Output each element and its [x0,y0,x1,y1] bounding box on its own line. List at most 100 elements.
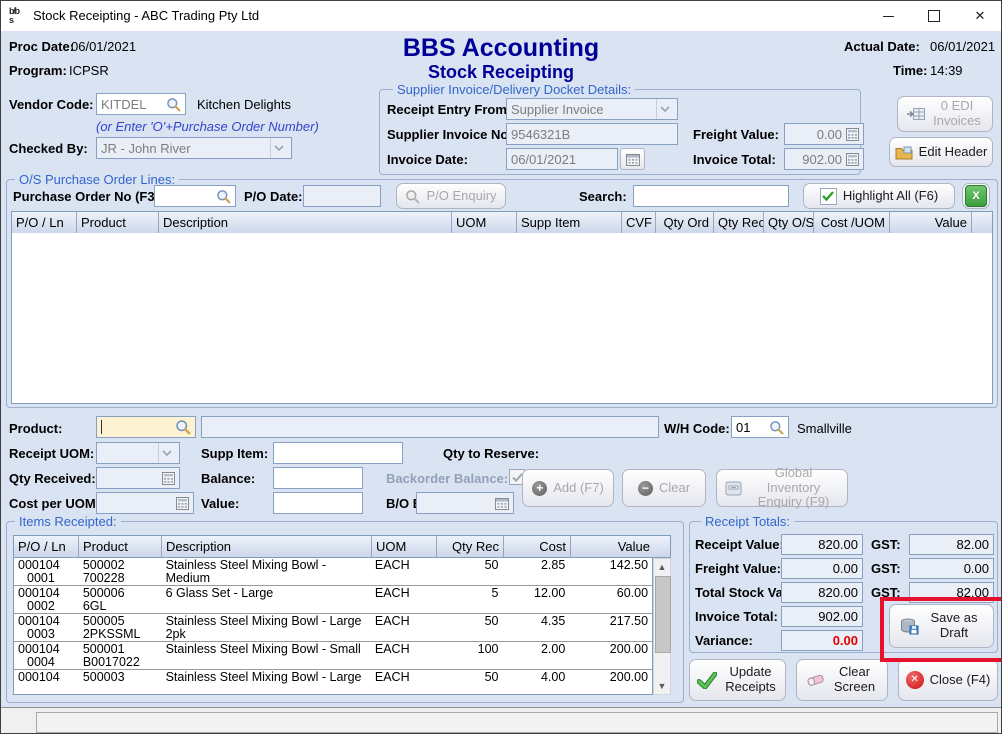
invoice-total-bottom-label: Invoice Total: [695,609,778,624]
po-col-qty-ord: Qty Ord [656,212,714,233]
bo-eta-input[interactable] [416,492,514,514]
vendor-code-input[interactable]: KITDEL [96,93,186,115]
supplier-invoice-no-label: Supplier Invoice No: [387,127,513,142]
items-col-po-ln: P/O / Ln [14,536,79,557]
highlight-all-button[interactable]: Highlight All (F6) [803,183,955,209]
text-cursor [101,420,102,434]
items-col-qty-rec: Qty Rec [437,536,504,557]
update-receipts-button[interactable]: Update Receipts [689,659,786,701]
add-button: + Add (F7) [522,469,614,507]
program-value: ICPSR [69,63,109,78]
qty-to-reserve-label: Qty to Reserve: [443,446,539,461]
po-table-body[interactable] [11,233,993,404]
value-label: Value: [201,496,239,511]
items-table-scrollbar[interactable]: ▲ ▼ [653,558,671,695]
invoice-date-label: Invoice Date: [387,152,468,167]
items-col-description: Description [162,536,372,557]
po-col-spare [972,212,992,233]
variance-label: Variance: [695,633,753,648]
scroll-up-icon[interactable]: ▲ [654,559,670,575]
invoice-date-calendar-button[interactable] [620,148,645,170]
items-col-value: Value [571,536,654,557]
checked-by-select[interactable]: JR - John River [96,137,292,159]
items-col-cost: Cost [504,536,571,557]
invoice-total-input[interactable]: 902.00 [784,148,864,170]
product-input[interactable] [96,416,196,438]
title-bar: b̸bs Stock Receipting - ABC Trading Pty … [1,1,1001,31]
receipt-totals-legend: Receipt Totals: [701,514,794,529]
receipt-uom-label: Receipt UOM: [9,446,94,461]
gst-label: GST: [871,537,901,552]
maximize-button[interactable] [911,1,957,31]
product-search-icon[interactable] [175,419,191,435]
excel-icon: X [965,185,987,207]
export-excel-button[interactable]: X [962,183,990,209]
search-input[interactable] [633,185,789,207]
edit-header-icon [895,145,913,160]
clear-screen-button[interactable]: Clear Screen [796,659,888,701]
app-title: BBS Accounting [351,34,651,63]
supplier-invoice-no-input[interactable]: 9546321B [506,123,678,145]
chevron-down-icon [270,138,287,158]
wh-code-input[interactable]: 01 [731,416,789,438]
supp-item-input[interactable] [273,442,403,464]
items-table-header: P/O / Ln Product Description UOM Qty Rec… [13,535,671,558]
table-row[interactable]: 0001040003 5000052PKSSML Stainless Steel… [14,614,652,642]
po-col-qty-rec: Qty Rec [714,212,764,233]
receipt-uom-select[interactable] [96,442,180,464]
wh-code-label: W/H Code: [664,421,730,436]
invoice-total-label: Invoice Total: [693,152,776,167]
calendar-icon [626,153,640,166]
actual-date-value: 06/01/2021 [930,39,995,54]
window-title: Stock Receipting - ABC Trading Pty Ltd [33,8,259,23]
minimize-button[interactable] [865,1,911,31]
annotation-highlight-save-as-draft [880,597,1002,662]
calendar-icon [495,497,509,510]
status-panel [36,712,998,733]
po-col-value: Value [890,212,972,233]
po-col-po-ln: P/O / Ln [12,212,77,233]
table-row[interactable]: 0001040004 500001B0017022 Stainless Stee… [14,642,652,670]
table-row[interactable]: 0001040002 5000066GL 6 Glass Set - Large… [14,586,652,614]
invoice-total-bottom-field: 902.00 [781,606,863,627]
po-search-icon[interactable] [216,189,231,204]
po-no-input[interactable] [154,185,236,207]
table-row[interactable]: 0001040001 500002700228 Stainless Steel … [14,558,652,586]
po-col-cvf: CVF [622,212,656,233]
check-icon [512,473,523,482]
eraser-icon [806,672,825,688]
minimize-icon [883,16,894,17]
app-icon: b̸bs [9,7,27,25]
qty-received-input[interactable] [96,467,180,489]
close-window-button[interactable]: ✕ [957,1,1002,31]
cost-per-uom-input[interactable] [96,492,194,514]
calculator-icon [846,128,859,141]
status-bar [1,707,1002,734]
freight-value-input[interactable]: 0.00 [784,123,864,145]
balance-input[interactable] [273,467,363,489]
po-col-uom: UOM [452,212,517,233]
edit-header-button[interactable]: Edit Header [889,137,993,167]
wh-search-icon[interactable] [769,420,784,435]
receipt-entry-from-label: Receipt Entry From: [387,102,511,117]
scrollbar-thumb[interactable] [655,576,671,653]
scroll-down-icon[interactable]: ▼ [654,678,670,694]
backorder-balance-label: Backorder Balance: [386,471,508,486]
receipt-value-label: Receipt Value: [695,537,784,552]
receipt-entry-from-select[interactable]: Supplier Invoice [506,98,678,120]
close-f4-button[interactable]: ✕ Close (F4) [898,659,998,701]
highlight-all-checkbox-icon [820,188,837,205]
items-col-product: Product [79,536,162,557]
po-enquiry-button: P/O Enquiry [396,183,506,209]
value-input[interactable] [273,492,363,514]
invoice-date-input[interactable]: 06/01/2021 [506,148,618,170]
receipt-value-field: 820.00 [781,534,863,555]
plus-icon: + [532,481,547,496]
items-table-body: 0001040001 500002700228 Stainless Steel … [13,558,653,695]
po-date-input[interactable] [303,185,381,207]
vendor-search-icon[interactable] [166,97,181,112]
table-row[interactable]: 000104 500003 Stainless Steel Mixing Bow… [14,670,652,695]
receipt-gst-field: 82.00 [909,534,994,555]
total-stock-val-label: Total Stock Val: [695,585,791,600]
po-table-header: P/O / Ln Product Description UOM Supp It… [11,211,993,234]
